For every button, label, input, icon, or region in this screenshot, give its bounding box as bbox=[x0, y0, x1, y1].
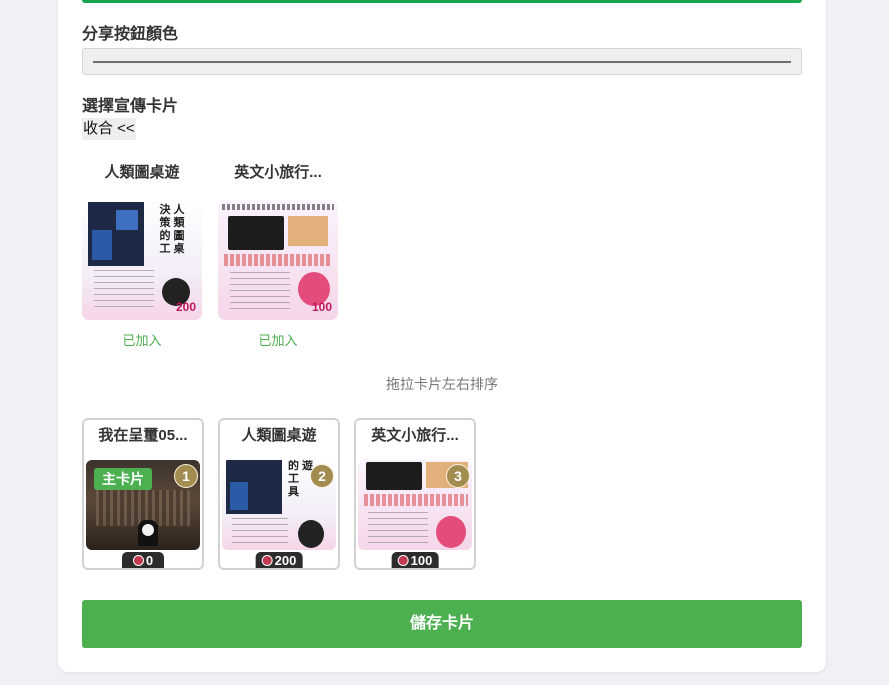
selected-card-image: 主卡片 1 bbox=[86, 460, 200, 550]
available-card-points: 100 bbox=[311, 300, 332, 314]
selected-card-title: 英文小旅行... bbox=[371, 427, 459, 444]
points-icon bbox=[261, 555, 273, 566]
available-card-title: 人類圖桌遊 bbox=[104, 164, 180, 181]
available-card-title: 英文小旅行... bbox=[234, 164, 322, 181]
available-card-status: 已加入 bbox=[258, 333, 298, 348]
top-accent-bar bbox=[82, 0, 802, 3]
card-select-label: 選擇宣傳卡片 bbox=[82, 98, 179, 115]
available-card-thumbnail[interactable]: 決 人策 類的 圖工 桌 200 bbox=[82, 200, 202, 320]
selected-card-title: 我在呈璽05... bbox=[98, 427, 188, 444]
order-number-badge: 3 bbox=[446, 464, 470, 488]
order-number-badge: 2 bbox=[310, 464, 334, 488]
points-value: 100 bbox=[410, 553, 433, 568]
available-card-thumbnail[interactable]: 100 bbox=[218, 200, 338, 320]
selected-card-1[interactable]: 我在呈璽05... 主卡片 1 0 bbox=[82, 418, 204, 570]
points-badge: 0 bbox=[122, 552, 164, 568]
available-card-points: 200 bbox=[175, 300, 196, 314]
collapse-button[interactable]: 收合 << bbox=[82, 118, 136, 140]
color-swatch-line bbox=[93, 61, 791, 63]
points-icon bbox=[132, 555, 144, 566]
share-button-color-picker[interactable] bbox=[82, 48, 802, 75]
points-icon bbox=[397, 555, 409, 566]
available-card-2[interactable]: 英文小旅行... 100 已加入 bbox=[218, 162, 338, 348]
points-value: 200 bbox=[274, 553, 297, 568]
drag-sort-hint: 拖拉卡片左右排序 bbox=[386, 376, 498, 392]
selected-card-image: 3 bbox=[358, 460, 472, 550]
points-badge: 100 bbox=[391, 552, 439, 568]
order-number-badge: 1 bbox=[174, 464, 198, 488]
save-cards-button[interactable]: 儲存卡片 bbox=[82, 600, 802, 648]
main-card-badge: 主卡片 bbox=[94, 468, 152, 490]
points-badge: 200 bbox=[255, 552, 303, 568]
share-button-color-label: 分享按鈕顏色 bbox=[82, 26, 179, 43]
points-value: 0 bbox=[145, 553, 154, 568]
available-card-status: 已加入 bbox=[122, 333, 162, 348]
selected-card-image: 的 遊工具 2 bbox=[222, 460, 336, 550]
selected-card-title: 人類圖桌遊 bbox=[241, 427, 317, 444]
selected-card-3[interactable]: 英文小旅行... 3 100 bbox=[354, 418, 476, 570]
selected-card-2[interactable]: 人類圖桌遊 的 遊工具 2 200 bbox=[218, 418, 340, 570]
available-card-1[interactable]: 人類圖桌遊 決 人策 類的 圖工 桌 200 已加入 bbox=[82, 162, 202, 348]
